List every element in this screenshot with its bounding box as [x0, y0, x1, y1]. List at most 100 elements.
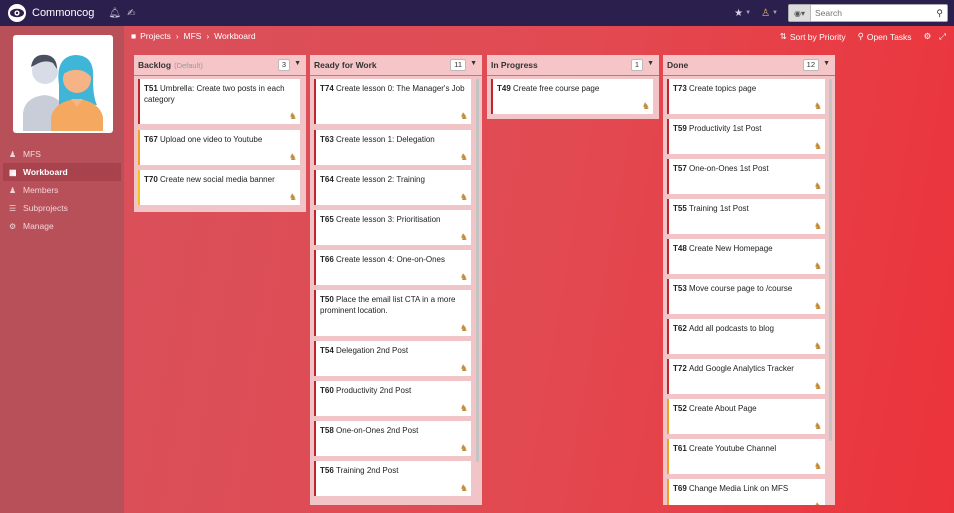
- task-card[interactable]: T48 Create New Homepage ♞: [667, 239, 825, 274]
- task-card[interactable]: T57 One-on-Ones 1st Post ♞: [667, 159, 825, 194]
- task-title: Productivity 1st Post: [689, 124, 762, 133]
- task-title: Create lesson 0: The Manager's Job: [336, 84, 465, 93]
- globe-icon[interactable]: ◉▾: [789, 5, 811, 21]
- task-title: Add Google Analytics Tracker: [689, 364, 794, 373]
- chat-icon[interactable]: ✍︎: [127, 8, 135, 19]
- column-subtitle: (Default): [174, 60, 203, 70]
- owner-avatar-icon: ♞: [459, 111, 468, 121]
- open-tasks-label: Open Tasks: [866, 31, 912, 42]
- task-id: T66: [320, 255, 337, 264]
- owner-avatar-icon: ♞: [288, 192, 297, 202]
- sidebar-item-workboard[interactable]: ▦ Workboard: [3, 163, 121, 181]
- workboard-toolbar: ⇅ Sort by Priority ⚲ Open Tasks ⚙ ⤢: [768, 31, 946, 42]
- task-title: Upload one video to Youtube: [160, 135, 263, 144]
- sidebar-item-members[interactable]: ♟ Members: [3, 181, 121, 199]
- task-id: T70: [144, 175, 161, 184]
- open-tasks-button[interactable]: ⚲ Open Tasks: [858, 31, 912, 42]
- task-id: T54: [320, 346, 337, 355]
- expand-icon: ⤢: [939, 31, 946, 41]
- task-card[interactable]: T63 Create lesson 1: Delegation ♞: [314, 130, 471, 165]
- sidebar-item-mfs[interactable]: ♟ MFS: [3, 145, 121, 163]
- bell-icon[interactable]: 🔔︎: [108, 8, 121, 19]
- project-avatar: [13, 35, 113, 133]
- column-header[interactable]: Done 12 ▼: [663, 55, 835, 75]
- column-scrollbar[interactable]: [829, 79, 832, 441]
- search-box[interactable]: ◉▾ ⚲: [788, 4, 948, 22]
- task-card[interactable]: T73 Create topics page ♞: [667, 79, 825, 114]
- column-ready-for-work: Ready for Work 11 ▼ T74 Create lesson 0:…: [310, 55, 482, 505]
- task-card[interactable]: T54 Delegation 2nd Post ♞: [314, 341, 471, 376]
- task-title: One-on-Ones 1st Post: [689, 164, 769, 173]
- settings-button[interactable]: ⚙: [924, 31, 932, 42]
- search-icon: ⚲: [857, 31, 864, 41]
- owner-avatar-icon: ♞: [813, 261, 822, 271]
- task-card[interactable]: T61 Create Youtube Channel ♞: [667, 439, 825, 474]
- sort-icon: ⇅: [779, 31, 787, 41]
- top-right-controls: ★ ▼ ♙ ▼ ◉▾ ⚲: [734, 4, 948, 22]
- task-card[interactable]: T49 Create free course page ♞: [491, 79, 653, 114]
- task-card[interactable]: T59 Productivity 1st Post ♞: [667, 119, 825, 154]
- column-header[interactable]: Ready for Work 11 ▼: [310, 55, 482, 75]
- owner-avatar-icon: ♞: [813, 221, 822, 231]
- task-card[interactable]: T60 Productivity 2nd Post ♞: [314, 381, 471, 416]
- task-card[interactable]: T67 Upload one video to Youtube ♞: [138, 130, 300, 165]
- fullscreen-button[interactable]: ⤢: [939, 31, 946, 42]
- task-id: T56: [320, 466, 337, 475]
- chevron-down-icon[interactable]: ▼: [647, 60, 654, 67]
- chevron-down-icon[interactable]: ▼: [745, 10, 751, 16]
- owner-avatar-icon: ♞: [459, 192, 468, 202]
- task-card[interactable]: T58 One-on-Ones 2nd Post ♞: [314, 421, 471, 456]
- task-card[interactable]: T72 Add Google Analytics Tracker ♞: [667, 359, 825, 394]
- task-title: Add all podcasts to blog: [689, 324, 774, 333]
- owner-avatar-icon: ♞: [459, 363, 468, 373]
- task-title: Create topics page: [689, 84, 757, 93]
- task-card[interactable]: T50 Place the email list CTA in a more p…: [314, 290, 471, 336]
- task-card[interactable]: T65 Create lesson 3: Prioritisation ♞: [314, 210, 471, 245]
- star-icon[interactable]: ★: [734, 8, 743, 19]
- task-card[interactable]: T70 Create new social media banner ♞: [138, 170, 300, 205]
- chevron-down-icon[interactable]: ▼: [772, 10, 778, 16]
- task-card[interactable]: T69 Change Media Link on MFS ♞: [667, 479, 825, 505]
- task-card[interactable]: T52 Create About Page ♞: [667, 399, 825, 434]
- task-id: T53: [673, 284, 690, 293]
- chevron-down-icon[interactable]: ▼: [294, 60, 301, 67]
- chevron-down-icon[interactable]: ▼: [470, 60, 477, 67]
- search-input[interactable]: [811, 8, 921, 18]
- column-body: T73 Create topics page ♞ T59 Productivit…: [663, 76, 835, 505]
- task-card[interactable]: T51 Umbrella: Create two posts in each c…: [138, 79, 300, 124]
- owner-avatar-icon: ♞: [459, 483, 468, 493]
- column-count: 11: [450, 59, 466, 71]
- task-title: One-on-Ones 2nd Post: [336, 426, 419, 435]
- task-card[interactable]: T66 Create lesson 4: One-on-Ones ♞: [314, 250, 471, 285]
- task-card[interactable]: T56 Training 2nd Post ♞: [314, 461, 471, 496]
- sort-by-priority-button[interactable]: ⇅ Sort by Priority: [780, 31, 846, 42]
- gear-icon: ⚙: [923, 31, 932, 41]
- column-header[interactable]: In Progress 1 ▼: [487, 55, 659, 75]
- task-card[interactable]: T74 Create lesson 0: The Manager's Job ♞: [314, 79, 471, 124]
- task-card[interactable]: T64 Create lesson 2: Training ♞: [314, 170, 471, 205]
- column-backlog: Backlog (Default) 3 ▼ T51 Umbrella: Crea…: [134, 55, 306, 212]
- column-header[interactable]: Backlog (Default) 3 ▼: [134, 55, 306, 75]
- task-card[interactable]: T53 Move course page to /course ♞: [667, 279, 825, 314]
- subprojects-icon: ☰: [9, 203, 17, 213]
- sidebar: ♟ MFS ▦ Workboard ♟ Members ☰ Subproject…: [0, 26, 124, 513]
- breadcrumb-projects[interactable]: Projects: [140, 31, 171, 41]
- eye-logo-icon[interactable]: [7, 3, 27, 23]
- task-card[interactable]: T55 Training 1st Post ♞: [667, 199, 825, 234]
- app-brand[interactable]: Commoncog: [32, 7, 94, 19]
- breadcrumb-workboard[interactable]: Workboard: [214, 31, 255, 41]
- search-icon[interactable]: ⚲: [936, 8, 943, 19]
- top-bar: Commoncog 🔔︎ ✍︎ ★ ▼ ♙ ▼ ◉▾ ⚲: [0, 0, 954, 26]
- sidebar-item-subprojects[interactable]: ☰ Subprojects: [3, 199, 121, 217]
- task-id: T48: [673, 244, 690, 253]
- sidebar-item-manage[interactable]: ⚙ Manage: [3, 217, 121, 235]
- task-card[interactable]: T62 Add all podcasts to blog ♞: [667, 319, 825, 354]
- column-scrollbar[interactable]: [476, 79, 479, 462]
- sidebar-nav: ♟ MFS ▦ Workboard ♟ Members ☰ Subproject…: [3, 145, 121, 235]
- folder-icon: ■: [131, 31, 137, 41]
- breadcrumb-mfs[interactable]: MFS: [184, 31, 202, 41]
- task-id: T62: [673, 324, 690, 333]
- user-avatar-icon[interactable]: ♙: [761, 8, 770, 19]
- chevron-down-icon[interactable]: ▼: [823, 60, 830, 67]
- owner-avatar-icon: ♞: [813, 341, 822, 351]
